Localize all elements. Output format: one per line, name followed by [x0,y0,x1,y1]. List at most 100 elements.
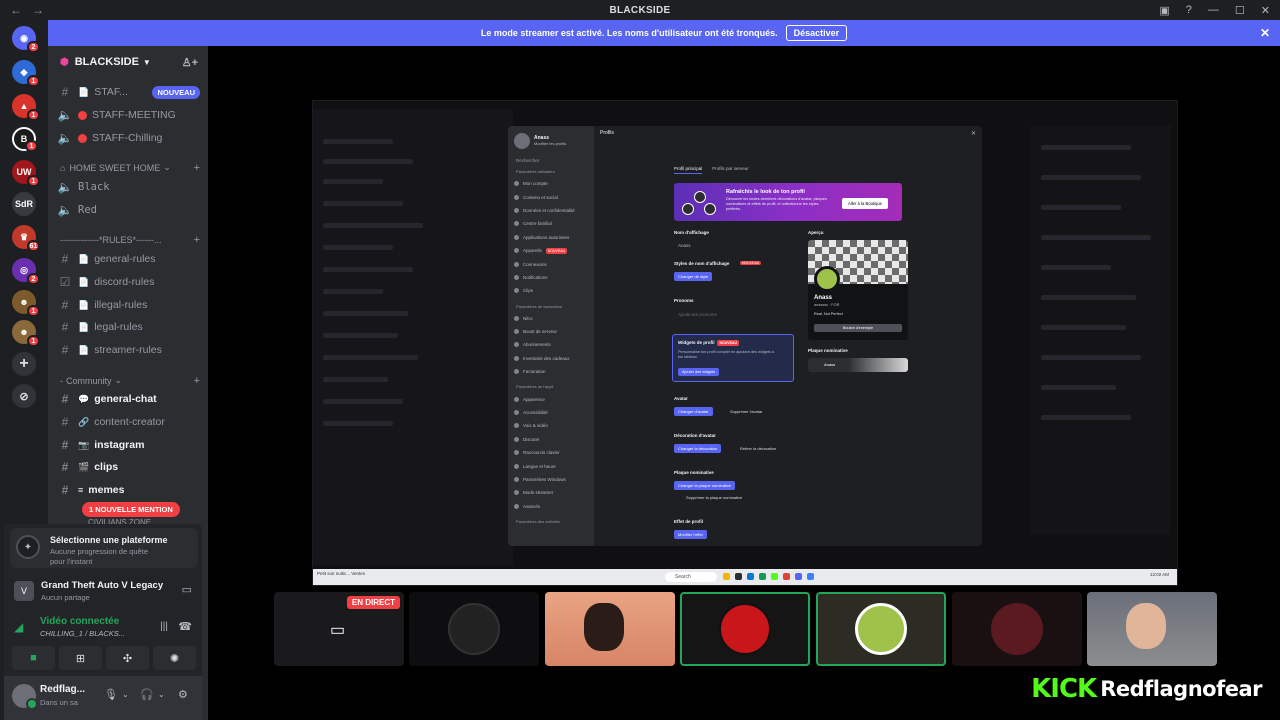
display-name-input[interactable]: Anass [678,243,691,248]
gear-icon[interactable]: ⚙ [178,688,188,701]
nav-windows[interactable]: Paramètres Windows [514,473,588,486]
server-icon[interactable]: UW 1 [12,160,40,187]
nav-accessibility[interactable]: Accessibilité [514,406,588,419]
nav-server-boost[interactable]: Boost de serveur [514,325,588,338]
remove-nameplate-button[interactable]: Supprimer la plaque nominative [686,495,742,500]
mic-icon[interactable]: 🎙 [104,688,118,701]
server-icon[interactable]: ◎ 2 [12,258,40,285]
channel-memes[interactable]: # ≡ memes [56,480,206,500]
nav-devices[interactable]: Appareils NOUVEAU [514,244,588,257]
server-icon[interactable]: ♛ 61 [12,225,40,252]
camera-button[interactable]: ■ [12,646,55,670]
nav-content-social[interactable]: Contenu et social [514,190,588,203]
invite-icon[interactable]: ♙+ [182,56,198,69]
close-icon[interactable]: ✕ [1260,26,1270,40]
channel-general-rules[interactable]: # 📄 general-rules [56,249,206,269]
change-nameplate-button[interactable]: Changer la plaque nominative [674,481,736,490]
add-channel-icon[interactable]: + [194,375,200,387]
settings-search[interactable]: Rechercher [516,158,588,163]
nav-billing[interactable]: Facturation [514,365,588,378]
settings-profile[interactable]: Anass Modifier les profils [514,130,588,152]
nav-chat[interactable]: Discuter [514,433,588,446]
nav-apps[interactable]: Applications autorisées [514,231,588,244]
channel-black[interactable]: 🔈 Black [56,177,206,197]
voice-channel[interactable]: CHILLING_1 / BLACKS... [40,629,125,638]
stream-game-icon[interactable]: ▭ [182,583,192,596]
server-icon-active[interactable]: B1 [12,127,38,152]
server-icon[interactable]: ◉ 2 [12,26,40,53]
help-icon[interactable]: ? [1186,4,1192,17]
participant-tile[interactable] [952,592,1082,666]
channel-discord-rules[interactable]: ☑ 📄 discord-rules [56,272,206,292]
nav-my-account[interactable]: Mon compte [514,177,588,190]
avatar[interactable] [12,684,38,710]
add-channel-icon[interactable]: + [194,162,200,174]
nav-gift-inventory[interactable]: Inventaire des cadeaux [514,352,588,365]
nav-voice-video[interactable]: Voix & vidéo [514,419,588,432]
channel-clips[interactable]: # 🎬 clips [56,457,206,477]
category-rules[interactable]: -------------*RULES*------... + [60,234,200,246]
channel-illegal-rules[interactable]: # 📄 illegal-rules [56,295,206,315]
channel-red[interactable]: 🔈 Red [56,200,206,220]
nav-advanced[interactable]: Avancés [514,500,588,513]
disconnect-icon[interactable]: ☎ [178,620,192,633]
channel-streamer-rules[interactable]: # 📄 streamer-rules [56,340,206,360]
discover-icon[interactable]: ⊘ [12,384,36,408]
nav-subscriptions[interactable]: Abonnements [514,338,588,351]
participant-tile-camera[interactable] [1087,592,1217,666]
participant-tile-stream[interactable]: EN DIRECT ▭ [274,592,404,666]
participant-tile-camera[interactable] [545,592,675,666]
remove-decoration-button[interactable]: Retirer la décoration [740,446,776,451]
nav-language[interactable]: Langue et heure [514,459,588,472]
nav-streamer-mode[interactable]: Mode streamer [514,486,588,499]
nav-connections[interactable]: Connexions [514,257,588,270]
add-channel-icon[interactable]: + [194,234,200,246]
headphones-icon[interactable]: 🎧 [140,688,154,701]
minimize-icon[interactable]: — [1208,4,1219,17]
inbox-icon[interactable]: ▣ [1159,4,1169,17]
channel-general-chat[interactable]: # 💬 general-chat [56,389,206,409]
chevron-down-icon[interactable]: ⌄ [122,690,129,699]
close-icon[interactable]: ✕ [971,130,976,137]
participant-tile[interactable] [409,592,539,666]
channel-staff[interactable]: # 📄 STAF... NOUVEAU [56,82,206,102]
activities-button[interactable]: ✣ [106,646,149,670]
channel-staff-chilling[interactable]: 🔈 STAFF-Chilling [56,128,206,148]
channel-instagram[interactable]: # 📷 instagram [56,435,206,455]
server-icon[interactable]: ☻ 1 [12,320,40,347]
edit-effect-button[interactable]: Modifier l'effet [674,530,707,539]
server-icon[interactable]: ☻ 1 [12,290,40,317]
screen-share-button[interactable]: ⊞ [59,646,102,670]
example-button[interactable]: Bouton d'exemple [814,324,902,332]
server-header[interactable]: ⬢ BLACKSIDE ▼ ♙+ [48,46,208,78]
server-icon[interactable]: ▲ 1 [12,94,40,121]
nav-keybinds[interactable]: Raccourcis clavier [514,446,588,459]
remove-avatar-button[interactable]: Supprimer l'avatar [730,409,762,414]
shop-button[interactable]: Aller à la Boutique [842,198,888,209]
channel-legal-rules[interactable]: # 📄 legal-rules [56,317,206,337]
tab-main-profile[interactable]: Profil principal [674,166,703,174]
tab-server-profiles[interactable]: Profils par serveur [712,166,749,174]
soundboard-button[interactable]: ✺ [153,646,196,670]
add-widgets-button[interactable]: Ajouter des widgets [678,368,720,376]
server-icon[interactable]: ◆ 1 [12,60,40,87]
maximize-icon[interactable]: ☐ [1235,4,1245,17]
channel-staff-meeting[interactable]: 🔈 STAFF-MEETING [56,105,206,125]
nav-family[interactable]: Centre familial [514,217,588,230]
change-avatar-button[interactable]: Changer d'avatar [674,407,713,416]
participant-tile-speaking[interactable] [680,592,810,666]
chevron-down-icon[interactable]: ⌄ [158,690,165,699]
nav-privacy[interactable]: Données et confidentialité [514,204,588,217]
category-community[interactable]: - Community ⌄ + [60,375,200,387]
platform-card[interactable]: ✦ Sélectionne une plateforme Aucune prog… [10,528,198,568]
noise-suppression-icon[interactable]: ||| [160,621,168,632]
change-decoration-button[interactable]: Changer la décoration [674,444,722,453]
nav-notifications[interactable]: Notifications [514,271,588,284]
server-icon[interactable]: SdR [12,192,36,216]
add-server-icon[interactable]: + [12,352,36,376]
new-mention-pill[interactable]: 1 NOUVELLE MENTION [82,502,180,517]
nav-appearance[interactable]: Apparence [514,392,588,405]
category-home[interactable]: ⌂ HOME SWEET HOME ⌄ + [60,162,200,174]
participant-tile-speaking[interactable] [816,592,946,666]
nav-clips[interactable]: Clips [514,284,588,297]
